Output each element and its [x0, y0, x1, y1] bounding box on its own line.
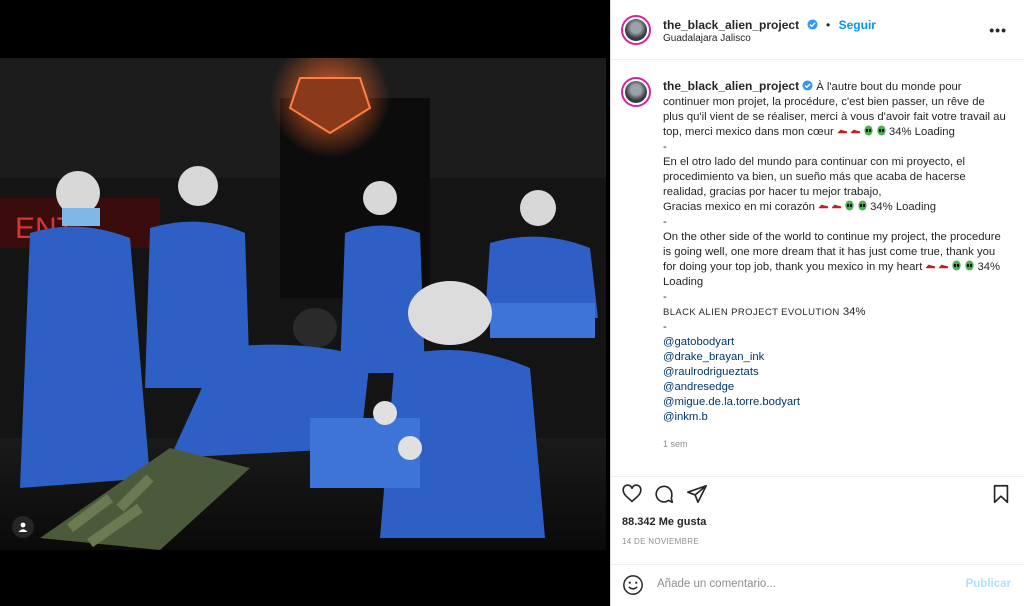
- mention-link[interactable]: @andresedge: [663, 380, 1008, 395]
- caption-es-suffix: 34% Loading: [870, 201, 937, 213]
- caption-es-line2: Gracias mexico en mi corazón: [663, 201, 815, 213]
- evolution-text: black alien project evolution: [663, 307, 840, 318]
- header-username[interactable]: the_black_alien_project: [663, 18, 799, 32]
- header-title-row: the_black_alien_project • Seguir: [663, 16, 876, 34]
- sneaker-icon: [926, 264, 936, 269]
- comment-icon[interactable]: [653, 483, 675, 505]
- post-caption-area: the_black_alien_project À l'autre bout d…: [611, 60, 1024, 475]
- caption-dash: -: [663, 291, 667, 303]
- caption-spanish-2: Gracias mexico en mi corazón 34% Loading: [663, 200, 1008, 215]
- heart-icon[interactable]: [621, 483, 643, 505]
- alien-icon: [965, 260, 975, 271]
- comment-input[interactable]: [655, 577, 949, 591]
- location-link[interactable]: Guadalajara Jalisco: [663, 33, 751, 44]
- alien-icon: [864, 125, 873, 136]
- mention-link[interactable]: @drake_brayan_ink: [663, 350, 1008, 365]
- post-photo[interactable]: ENT: [0, 58, 606, 550]
- mention-link[interactable]: @migue.de.la.torre.bodyart: [663, 395, 1008, 410]
- mention-link[interactable]: @raulrodrigueztats: [663, 365, 1008, 380]
- caption-evolution: black alien project evolution 34%: [663, 305, 1008, 320]
- caption-dash: -: [663, 216, 667, 228]
- caption-username[interactable]: the_black_alien_project: [663, 79, 799, 93]
- alien-icon: [845, 200, 854, 211]
- publish-button[interactable]: Publicar: [966, 578, 1011, 590]
- post-date: 14 DE NOVIEMBRE: [622, 537, 699, 546]
- avatar[interactable]: [621, 15, 651, 45]
- caption-timestamp: 1 sem: [663, 439, 688, 449]
- caption-fr-suffix: 34% Loading: [888, 126, 955, 138]
- evolution-pct: 34%: [842, 306, 866, 318]
- sneaker-icon: [939, 264, 949, 269]
- share-icon[interactable]: [686, 483, 708, 505]
- more-options-icon[interactable]: •••: [989, 22, 1007, 38]
- caption-dash: -: [663, 321, 667, 333]
- likes-count[interactable]: 88.342 Me gusta: [622, 516, 706, 528]
- verified-icon: [806, 19, 818, 30]
- sneaker-icon: [837, 129, 847, 134]
- caption-dash: -: [663, 141, 667, 153]
- sneaker-icon: [831, 204, 842, 209]
- caption-avatar[interactable]: [621, 77, 651, 107]
- emoji-icon[interactable]: [622, 574, 644, 596]
- bookmark-icon[interactable]: [990, 483, 1012, 505]
- sneaker-icon: [818, 204, 829, 209]
- verified-icon: [802, 80, 813, 91]
- separator-dot: •: [825, 18, 831, 32]
- sneaker-icon: [850, 129, 860, 134]
- caption-text: the_black_alien_project À l'autre bout d…: [663, 79, 1008, 452]
- caption-english: On the other side of the world to contin…: [663, 230, 1008, 290]
- caption-en-text: On the other side of the world to contin…: [663, 231, 1001, 273]
- alien-icon: [952, 260, 962, 271]
- post-details-panel: the_black_alien_project • Seguir Guadala…: [610, 0, 1024, 606]
- caption-french: the_black_alien_project À l'autre bout d…: [663, 79, 1008, 140]
- post-media: ENT: [0, 0, 610, 606]
- mention-link[interactable]: @inkm.b: [663, 410, 1008, 425]
- comment-box: Publicar: [611, 564, 1024, 606]
- action-bar: [611, 476, 1024, 516]
- caption-spanish: En el otro lado del mundo para continuar…: [663, 156, 966, 198]
- mention-link[interactable]: @gatobodyart: [663, 335, 1008, 350]
- instagram-post-modal: ENT the_black_alien_project • Seguir Gua…: [0, 0, 1024, 606]
- user-tag-icon[interactable]: [12, 516, 34, 538]
- post-header: the_black_alien_project • Seguir Guadala…: [611, 0, 1024, 60]
- follow-button[interactable]: Seguir: [839, 18, 876, 32]
- alien-icon: [877, 125, 886, 136]
- alien-icon: [858, 200, 867, 211]
